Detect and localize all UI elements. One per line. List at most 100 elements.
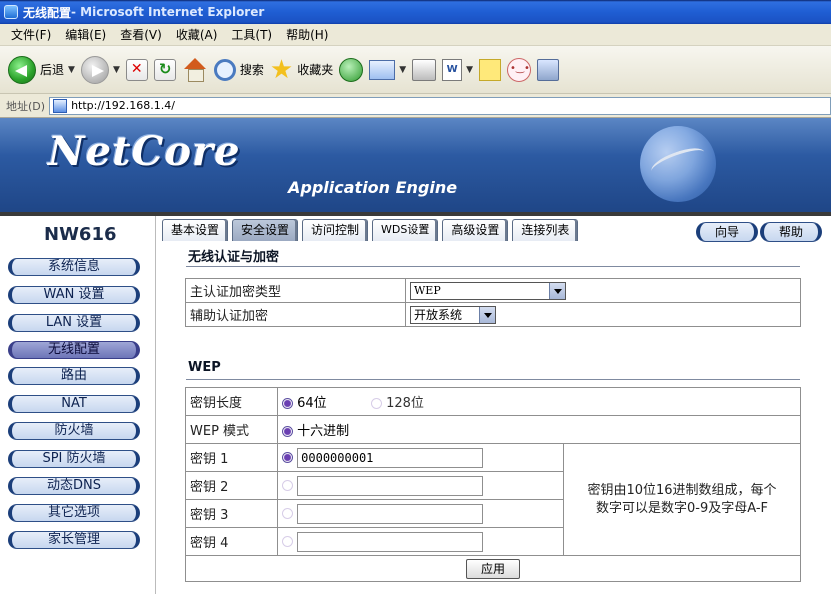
history-icon (339, 57, 364, 82)
chevron-down-icon[interactable]: ▼ (399, 65, 406, 75)
window-title: 无线配置 (23, 5, 72, 20)
menu-bar: 文件(F) 编辑(E) 查看(V) 收藏(A) 工具(T) 帮助(H) (0, 24, 831, 46)
key3-radio[interactable] (282, 508, 293, 519)
favorites-button[interactable]: ★ 收藏夹 (269, 54, 334, 85)
menu-view[interactable]: 查看(V) (120, 26, 162, 43)
sidebar-item-wireless[interactable]: 无线配置 (8, 341, 140, 359)
key-length-128-radio[interactable] (370, 398, 382, 409)
key-length-64-radio[interactable] (282, 398, 293, 409)
menu-file[interactable]: 文件(F) (11, 26, 51, 43)
page-icon (53, 98, 68, 113)
globe-icon (640, 126, 716, 202)
note-button[interactable] (479, 58, 502, 81)
key-hint-line2: 数字可以是数字0-9及字母A-F (595, 500, 768, 516)
research-icon (537, 58, 560, 81)
banner-subtitle: Application Engine (288, 178, 458, 197)
tab-security[interactable]: 安全设置 (232, 219, 299, 241)
tab-basic[interactable]: 基本设置 (162, 219, 229, 241)
key4-input[interactable] (297, 531, 484, 552)
window-title-bar[interactable]: 无线配置 - Microsoft Internet Explorer (0, 0, 831, 24)
refresh-icon (153, 58, 176, 81)
tab-access-control[interactable]: 访问控制 (302, 219, 369, 241)
chevron-down-icon[interactable]: ▼ (113, 65, 120, 75)
search-button[interactable]: 搜索 (213, 58, 264, 81)
key-length-64-label: 64位 (297, 396, 327, 411)
back-label: 后退 (40, 63, 65, 77)
wep-mode-label: WEP 模式 (185, 415, 278, 444)
back-button[interactable]: 后退 ▼ (8, 55, 75, 84)
stop-button[interactable] (125, 58, 148, 81)
primary-auth-cell: WEP (405, 278, 801, 303)
apply-button[interactable]: 应用 (465, 558, 520, 579)
forward-button[interactable]: ▼ (80, 55, 120, 84)
address-input[interactable]: http://192.168.1.4/ (49, 96, 831, 115)
forward-arrow-icon (80, 55, 109, 84)
primary-auth-select[interactable]: WEP (410, 281, 566, 300)
secondary-auth-label: 辅助认证加密 (185, 302, 406, 327)
sidebar-item-system-info[interactable]: 系统信息 (8, 258, 140, 276)
sidebar-item-wan[interactable]: WAN 设置 (8, 286, 140, 304)
print-button[interactable] (412, 58, 437, 81)
wizard-button[interactable]: 向导 (696, 222, 758, 242)
netcore-logo: NetCore (48, 128, 241, 175)
tools-button[interactable] (537, 58, 560, 81)
key-hint-line1: 密钥由10位16进制数组成，每个 (587, 482, 777, 498)
help-button[interactable]: 帮助 (760, 222, 822, 242)
word-icon: W (442, 58, 463, 81)
sidebar-item-parental[interactable]: 家长管理 (8, 531, 140, 549)
key1-input[interactable]: 0000000001 (297, 447, 484, 468)
tab-advanced[interactable]: 高级设置 (442, 219, 509, 241)
auth-section-title: 无线认证与加密 (188, 250, 280, 265)
main-panel: 基本设置 安全设置 访问控制 WDS设置 高级设置 连接列表 向导 帮助 无线认… (156, 216, 831, 594)
stop-icon (125, 58, 148, 81)
auth-section-divider (186, 266, 800, 267)
key1-cell: 0000000001 (277, 443, 564, 472)
sidebar-item-nat[interactable]: NAT (8, 395, 140, 413)
menu-favorites[interactable]: 收藏(A) (176, 26, 218, 43)
favorites-label: 收藏夹 (297, 63, 334, 77)
menu-edit[interactable]: 编辑(E) (65, 26, 106, 43)
wep-section-divider (186, 379, 800, 380)
tab-wds[interactable]: WDS设置 (372, 219, 439, 241)
wep-mode-value: 十六进制 (297, 424, 350, 439)
key2-cell (277, 471, 564, 500)
messenger-button[interactable] (507, 57, 532, 82)
key2-input[interactable] (297, 475, 484, 496)
toolbar: 后退 ▼ ▼ 搜索 ★ 收藏夹 ▼ W ▼ (0, 46, 831, 94)
chevron-down-icon[interactable]: ▼ (466, 65, 473, 75)
edit-button[interactable]: W ▼ (442, 58, 473, 81)
auth-table: 主认证加密类型 WEP 辅助认证加密 开放系统 (185, 278, 801, 327)
key3-label: 密钥 3 (185, 499, 278, 528)
secondary-auth-value: 开放系统 (414, 308, 463, 322)
key2-radio[interactable] (282, 480, 293, 491)
sidebar-item-firewall[interactable]: 防火墙 (8, 422, 140, 440)
secondary-auth-select[interactable]: 开放系统 (410, 305, 496, 324)
search-label: 搜索 (239, 63, 264, 77)
menu-help[interactable]: 帮助(H) (286, 26, 328, 43)
tab-connection-list[interactable]: 连接列表 (512, 219, 579, 241)
mail-button[interactable]: ▼ (369, 59, 406, 80)
wep-table: 密钥长度 64位 128位 WEP 模式 十六进制 密钥 1 000000000… (185, 387, 801, 582)
key1-radio[interactable] (282, 452, 293, 463)
history-button[interactable] (339, 57, 364, 82)
sidebar-item-other[interactable]: 其它选项 (8, 504, 140, 522)
menu-tools[interactable]: 工具(T) (231, 26, 272, 43)
key-length-128-label: 128位 (386, 396, 424, 411)
key3-input[interactable] (297, 503, 484, 524)
sidebar-item-ddns[interactable]: 动态DNS (8, 477, 140, 495)
key2-label: 密钥 2 (185, 471, 278, 500)
address-bar: 地址(D) http://192.168.1.4/ (0, 94, 831, 118)
home-button[interactable] (182, 57, 208, 82)
note-icon (479, 58, 502, 81)
star-icon: ★ (269, 54, 294, 85)
printer-icon (412, 58, 437, 81)
chevron-down-icon[interactable]: ▼ (68, 65, 75, 75)
wep-mode-hex-radio[interactable] (282, 426, 293, 437)
refresh-button[interactable] (153, 58, 176, 81)
primary-auth-value: WEP (414, 284, 441, 297)
face-icon (507, 57, 532, 82)
key4-radio[interactable] (282, 536, 293, 547)
sidebar-item-lan[interactable]: LAN 设置 (8, 314, 140, 332)
sidebar-item-routing[interactable]: 路由 (8, 367, 140, 385)
sidebar-item-spi-firewall[interactable]: SPI 防火墙 (8, 450, 140, 468)
